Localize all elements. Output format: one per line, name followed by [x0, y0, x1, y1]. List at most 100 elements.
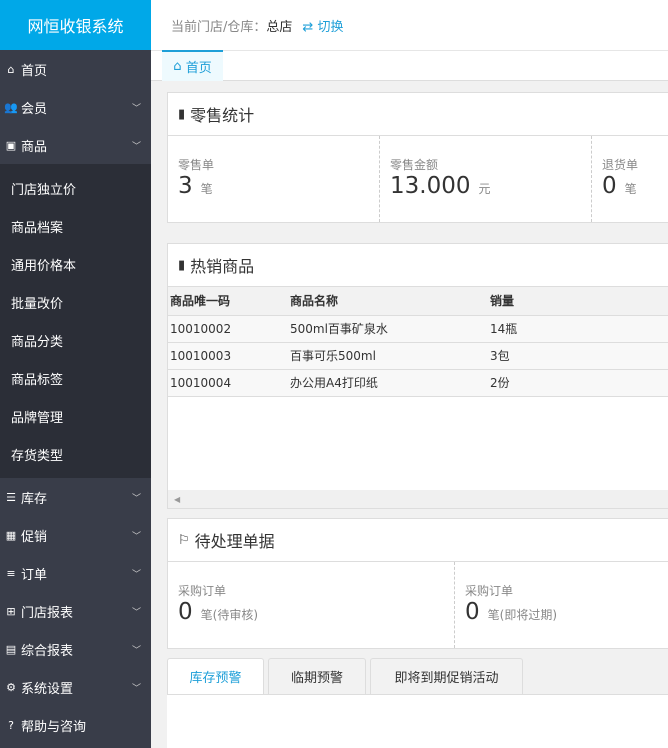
submenu-item[interactable]: 通用价格本: [0, 245, 151, 283]
tab-expiry-alert[interactable]: 临期预警: [268, 658, 366, 695]
home-icon: ⌂: [173, 59, 186, 74]
stat-value: 0: [465, 599, 480, 625]
column-header: 销量: [488, 287, 668, 316]
tab-label: 首页: [185, 61, 212, 76]
chevron-down-icon: ﹀: [131, 569, 141, 580]
menu-inventory[interactable]: ☰ 库存 ﹀: [0, 478, 151, 516]
menu-products[interactable]: ▣ 商品 ﹀: [0, 126, 151, 164]
submenu-item[interactable]: 批量改价: [0, 283, 151, 321]
horizontal-scrollbar[interactable]: ◀: [168, 490, 668, 508]
menu-orders[interactable]: ≡ 订单 ﹀: [0, 554, 151, 592]
column-header: 商品唯一码: [168, 287, 288, 316]
table-row[interactable]: 10010002 500ml百事矿泉水 14瓶: [168, 315, 668, 343]
menu-label: 会员: [21, 101, 48, 117]
top-bar: 当前门店/仓库： 总店 ⇄ 切换: [151, 0, 668, 50]
retail-stats-panel: ▮ 零售统计 零售单 3 笔 零售金额 13.000 元 退货单 0 笔: [167, 92, 668, 223]
list-icon: ≡: [6, 566, 16, 580]
tab-bar: ⌂ 首页: [151, 50, 668, 81]
menu-label: 首页: [21, 63, 48, 79]
stat-unit: 笔(即将过期): [487, 608, 558, 622]
store-label: 当前门店/仓库：: [171, 19, 267, 35]
alert-tabs: 库存预警 临期预警 即将到期促销活动: [167, 658, 527, 695]
stat-label: 零售金额: [390, 158, 439, 172]
switch-store-button[interactable]: ⇄ 切换: [302, 16, 343, 35]
cell: 500ml百事矿泉水: [288, 315, 488, 343]
menu-reports[interactable]: ▤ 综合报表 ﹀: [0, 630, 151, 668]
menu-label: 综合报表: [21, 643, 74, 659]
stat-retail-orders: 零售单 3 笔: [168, 136, 380, 222]
gear-icon: ⚙: [6, 680, 16, 694]
menu-label: 订单: [21, 567, 48, 583]
chevron-down-icon: ﹀: [131, 607, 141, 618]
app-logo[interactable]: 网恒收银系统: [0, 0, 151, 50]
bookmark-icon: ▮: [178, 257, 186, 273]
chevron-down-icon: ﹀: [131, 493, 141, 504]
menu-promotions[interactable]: ▦ 促销 ﹀: [0, 516, 151, 554]
chevron-down-icon: ﹀: [131, 141, 141, 152]
submenu-item[interactable]: 门店独立价: [0, 169, 151, 207]
menu-label: 商品: [21, 139, 48, 155]
stat-unit: 元: [478, 182, 491, 196]
stat-po-pending-review[interactable]: 采购订单 0 笔(待审核): [168, 562, 455, 648]
question-icon: ?: [8, 718, 14, 732]
gift-icon: ▦: [5, 528, 17, 542]
cell: 3包: [488, 342, 668, 370]
menu-store-reports[interactable]: ⊞ 门店报表 ﹀: [0, 592, 151, 630]
submenu-item[interactable]: 存货类型: [0, 435, 151, 473]
products-submenu: 门店独立价 商品档案 通用价格本 批量改价 商品分类 商品标签 品牌管理 存货类…: [0, 164, 151, 478]
panel-title: 零售统计: [190, 106, 255, 125]
main: 当前门店/仓库： 总店 ⇄ 切换 ⌂ 首页 ▮ 零售统计 零售单 3 笔 零售金额 13…: [151, 0, 668, 748]
stat-label: 零售单: [178, 158, 215, 172]
cell: 10010003: [168, 342, 288, 370]
stat-label: 退货单: [602, 158, 639, 172]
image-icon: ▣: [5, 138, 17, 152]
tab-expiring-promotions[interactable]: 即将到期促销活动: [370, 658, 523, 695]
grid-icon: ▤: [5, 642, 17, 656]
stat-unit: 笔: [624, 182, 637, 196]
alert-tab-content: [167, 694, 668, 748]
menu-help[interactable]: ? 帮助与咨询: [0, 706, 151, 744]
stat-value: 0: [602, 173, 617, 199]
menu-members[interactable]: 👥 会员 ﹀: [0, 88, 151, 126]
menu-label: 帮助与咨询: [21, 719, 87, 735]
menu-home[interactable]: ⌂ 首页: [0, 50, 151, 88]
menu-label: 系统设置: [21, 681, 74, 697]
submenu-item[interactable]: 商品标签: [0, 359, 151, 397]
table-row[interactable]: 10010004 办公用A4打印纸 2份: [168, 369, 668, 397]
submenu-item[interactable]: 商品分类: [0, 321, 151, 359]
menu-label: 库存: [21, 491, 48, 507]
cell: 10010002: [168, 315, 288, 343]
tab-home[interactable]: ⌂ 首页: [162, 50, 223, 81]
users-icon: 👥: [4, 100, 18, 114]
stat-unit: 笔(待审核): [200, 608, 259, 622]
bookmark-icon: ▮: [178, 106, 186, 122]
switch-label: 切换: [317, 19, 344, 35]
pending-docs-panel: ⚐ 待处理单据 采购订单 0 笔(待审核) 采购订单 0 笔(即将过期): [167, 518, 668, 649]
chevron-down-icon: ﹀: [131, 683, 141, 694]
stat-returns: 退货单 0 笔: [592, 136, 648, 222]
cell: 14瓶: [488, 315, 668, 343]
swap-icon: ⇄: [302, 19, 318, 35]
home-icon: ⌂: [7, 62, 15, 76]
cell: 2份: [488, 369, 668, 397]
scroll-left-icon[interactable]: ◀: [174, 495, 180, 504]
hot-products-table: 商品唯一码 商品名称 销量 10010002 500ml百事矿泉水 14瓶 100100…: [168, 287, 668, 397]
stat-po-expiring[interactable]: 采购订单 0 笔(即将过期): [455, 562, 567, 648]
cell: 办公用A4打印纸: [288, 369, 488, 397]
tab-stock-alert[interactable]: 库存预警: [167, 658, 264, 695]
menu-label: 促销: [21, 529, 48, 545]
chevron-down-icon: ﹀: [131, 531, 141, 542]
submenu-item[interactable]: 品牌管理: [0, 397, 151, 435]
table-row[interactable]: 10010003 百事可乐500ml 3包: [168, 342, 668, 370]
submenu-item[interactable]: 商品档案: [0, 207, 151, 245]
stat-value: 0: [178, 599, 193, 625]
chevron-down-icon: ﹀: [131, 645, 141, 656]
cell: 百事可乐500ml: [288, 342, 488, 370]
menu-label: 门店报表: [21, 605, 74, 621]
menu-settings[interactable]: ⚙ 系统设置 ﹀: [0, 668, 151, 706]
hot-products-panel: ▮ 热销商品 商品唯一码 商品名称 销量 10010002 500ml百事矿泉水 14瓶 …: [167, 243, 668, 509]
panel-title: 待处理单据: [194, 532, 275, 551]
stat-retail-amount: 零售金额 13.000 元: [380, 136, 592, 222]
panel-title: 热销商品: [190, 257, 255, 276]
database-icon: ☰: [6, 490, 16, 504]
